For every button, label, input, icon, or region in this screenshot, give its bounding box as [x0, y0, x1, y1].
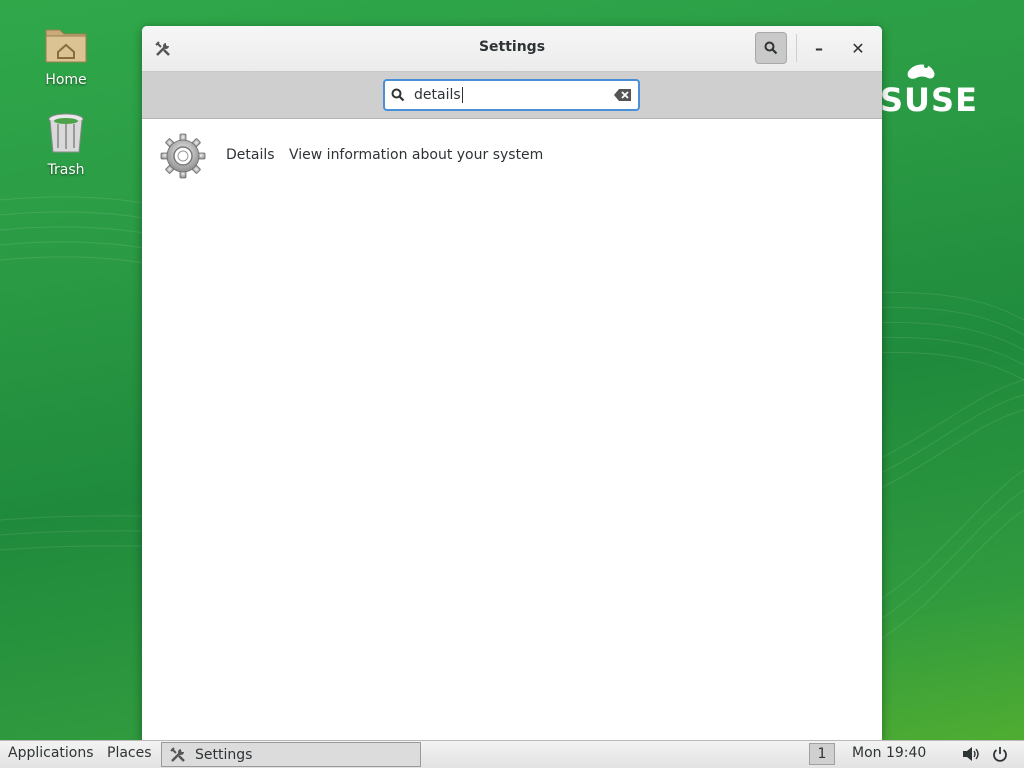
result-description: View information about your system: [289, 147, 544, 163]
home-folder-icon: [45, 29, 87, 63]
search-icon: [391, 88, 405, 102]
result-name: Details: [226, 147, 275, 163]
settings-tools-icon: [170, 747, 185, 762]
places-menu[interactable]: Places: [107, 745, 152, 761]
titlebar[interactable]: Settings – ✕: [142, 26, 882, 72]
taskbar-window-settings[interactable]: Settings: [161, 742, 421, 767]
desktop-icon-label: Home: [45, 72, 87, 88]
clock[interactable]: Mon 19:40: [852, 745, 926, 761]
search-icon: [764, 41, 778, 55]
search-toggle-button[interactable]: [755, 32, 787, 64]
applications-menu[interactable]: Applications: [8, 745, 94, 761]
desktop-icon-home[interactable]: Home: [21, 20, 111, 88]
suse-wordmark: SUSE: [880, 81, 978, 119]
taskbar-window-label: Settings: [195, 747, 253, 763]
search-input[interactable]: details: [383, 79, 640, 111]
search-bar: details: [142, 72, 882, 119]
desktop-icon-label: Trash: [47, 162, 85, 178]
trash-icon: [48, 113, 84, 153]
clear-search-icon[interactable]: [614, 88, 632, 102]
gear-icon: [160, 133, 206, 179]
search-input-value: details: [414, 87, 463, 103]
minimize-button[interactable]: –: [809, 38, 829, 58]
titlebar-separator: [796, 34, 797, 62]
volume-icon[interactable]: [962, 746, 980, 762]
workspace-switcher[interactable]: 1: [809, 743, 835, 765]
bottom-panel: Applications Places Settings 1 Mon 19:40: [0, 740, 1024, 768]
result-row-details[interactable]: Details View information about your syst…: [142, 129, 882, 183]
settings-window: Settings – ✕ details Details View inform…: [142, 26, 882, 742]
close-button[interactable]: ✕: [848, 38, 868, 58]
desktop-icon-trash[interactable]: Trash: [21, 110, 111, 178]
power-icon[interactable]: [992, 746, 1008, 762]
